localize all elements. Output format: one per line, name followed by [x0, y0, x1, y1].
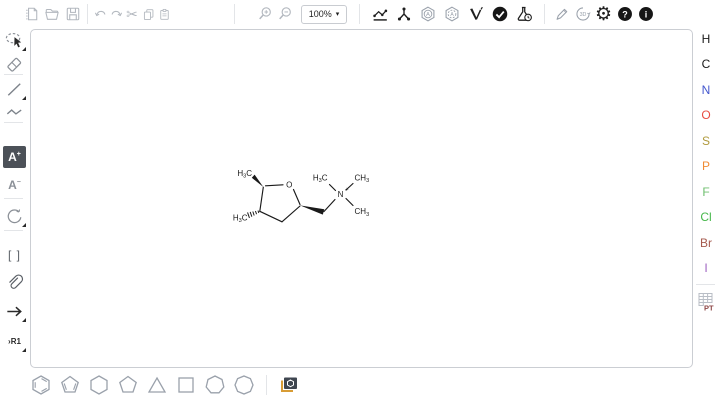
methyl-label: H3C	[233, 213, 248, 224]
element-P[interactable]: P	[693, 155, 719, 177]
template-cyclopentadiene[interactable]	[57, 372, 83, 398]
template-cyclopropane[interactable]	[144, 372, 170, 398]
element-O[interactable]: O	[693, 104, 719, 126]
element-Br[interactable]: Br	[693, 232, 719, 254]
template-cyclobutane[interactable]	[173, 372, 199, 398]
wedge-bond-bold	[300, 205, 324, 214]
hash-bond-down	[248, 211, 259, 218]
element-C[interactable]: C	[693, 53, 719, 75]
methyl-label: CH3	[355, 207, 370, 218]
periodic-table-icon: PT	[696, 291, 716, 313]
template-cyclooctane[interactable]	[231, 372, 257, 398]
cyclopropane-icon	[145, 373, 169, 397]
molecule-structure[interactable]: O N + H3C H3C H3C CH3 CH3	[0, 0, 720, 400]
element-I[interactable]: I	[693, 257, 719, 279]
template-library-icon	[278, 375, 300, 395]
template-cyclohexane[interactable]	[86, 372, 112, 398]
cyclopentadiene-icon	[58, 373, 82, 397]
oxygen-label: O	[286, 181, 292, 190]
periodic-table-button[interactable]: PT	[693, 289, 719, 315]
wedge-bond-up	[252, 175, 263, 187]
element-H[interactable]: H	[693, 28, 719, 50]
app-window: ✂	[0, 0, 720, 400]
cyclobutane-icon	[174, 373, 198, 397]
atom-panel: H C N O S P F Cl Br I PT	[693, 28, 720, 372]
element-S[interactable]: S	[693, 130, 719, 152]
cycloheptane-icon	[203, 373, 227, 397]
nitrogen-label: N	[338, 190, 344, 199]
template-toolbar	[28, 371, 302, 399]
methyl-label: H3C	[313, 174, 328, 185]
template-library-button[interactable]	[276, 372, 302, 398]
svg-text:PT: PT	[704, 304, 714, 313]
methyl-label: H3C	[237, 169, 252, 180]
element-N[interactable]: N	[693, 79, 719, 101]
right-panel-divider	[696, 284, 715, 285]
cyclooctane-icon	[232, 373, 256, 397]
cyclopentane-icon	[116, 373, 140, 397]
nitrogen-charge: +	[345, 187, 348, 193]
cyclohexane-icon	[87, 373, 111, 397]
methyl-label: CH3	[355, 174, 370, 185]
template-cyclopentane[interactable]	[115, 372, 141, 398]
template-benzene[interactable]	[28, 372, 54, 398]
template-cycloheptane[interactable]	[202, 372, 228, 398]
element-Cl[interactable]: Cl	[693, 206, 719, 228]
bottom-toolbar-divider	[266, 375, 267, 395]
benzene-icon	[29, 373, 53, 397]
element-F[interactable]: F	[693, 181, 719, 203]
